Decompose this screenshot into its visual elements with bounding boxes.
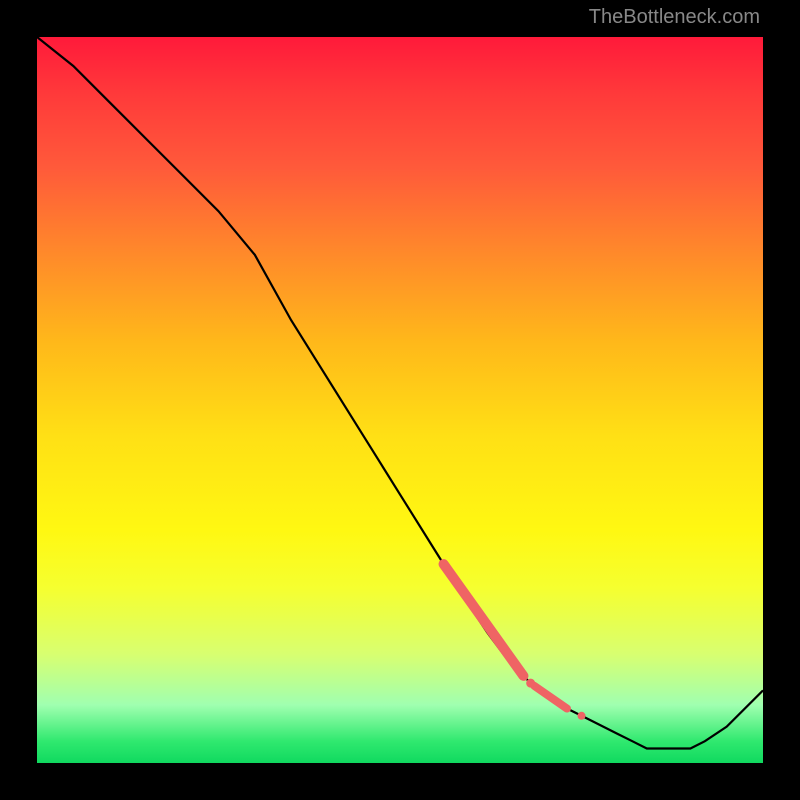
chart-frame: TheBottleneck.com — [0, 0, 800, 800]
chart-plot-area — [37, 37, 763, 763]
highlight-segment — [534, 686, 567, 709]
chart-overlay-svg — [37, 37, 763, 763]
highlight-segment — [444, 564, 524, 676]
bottleneck-curve — [37, 37, 763, 749]
highlight-marker-layer — [444, 564, 586, 720]
highlight-dot — [578, 712, 586, 720]
watermark-text: TheBottleneck.com — [589, 6, 760, 29]
highlight-dot — [526, 679, 535, 688]
